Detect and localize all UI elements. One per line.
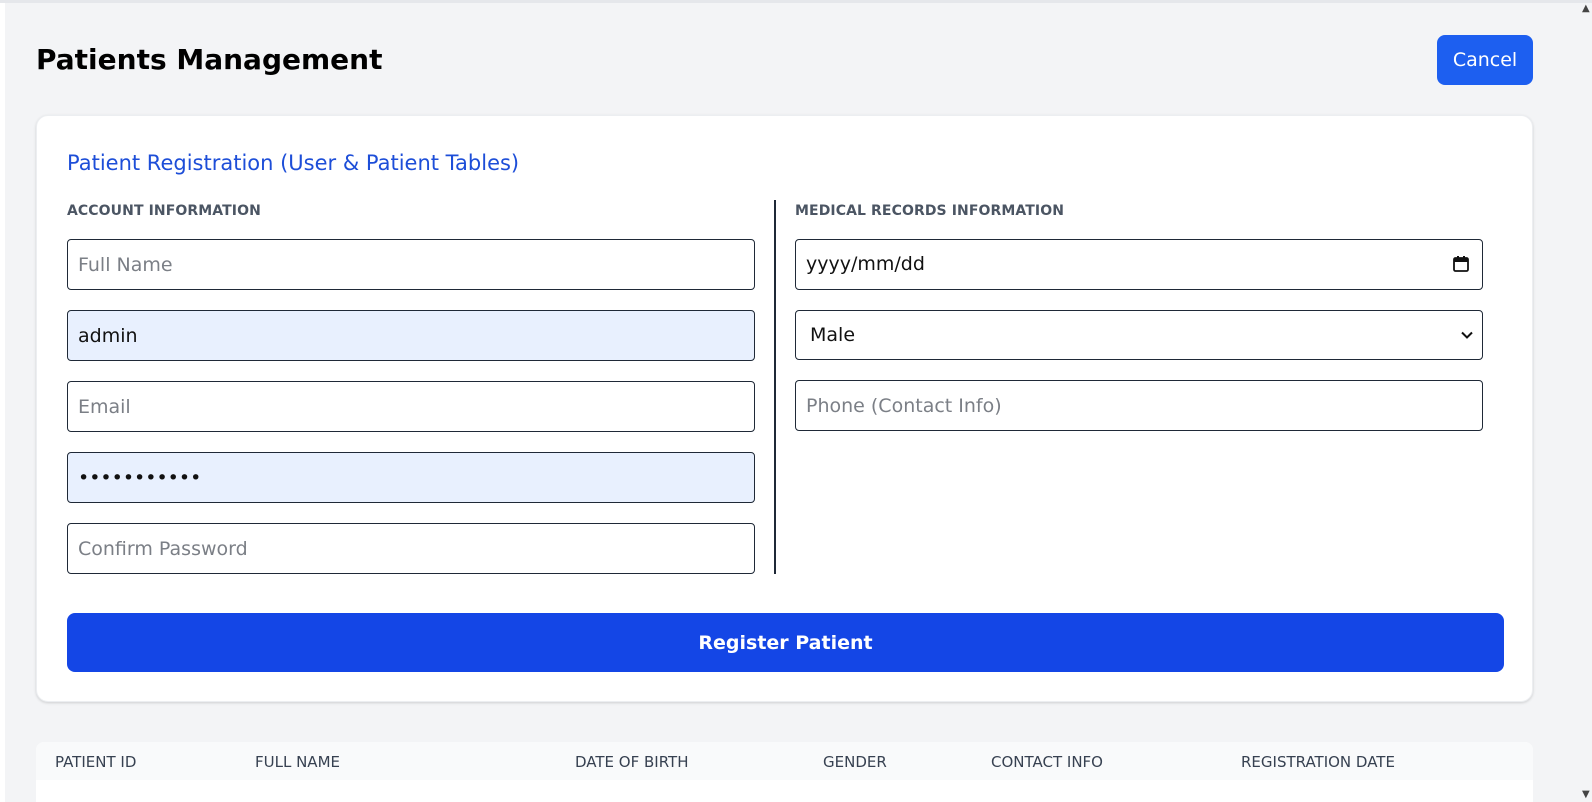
scrollbar-down-arrow-icon[interactable]: ▼: [1582, 789, 1592, 800]
column-divider: [774, 200, 776, 574]
column-header-gender[interactable]: GENDER: [823, 742, 887, 782]
page-title: Patients Management: [36, 43, 383, 76]
medical-section-label: MEDICAL RECORDS INFORMATION: [795, 203, 1065, 219]
date-of-birth-input[interactable]: yyyy/mm/dd: [795, 239, 1483, 290]
full-name-input[interactable]: [67, 239, 755, 290]
cancel-button[interactable]: Cancel: [1437, 35, 1533, 85]
column-header-registration-date[interactable]: REGISTRATION DATE: [1241, 742, 1395, 782]
column-header-contact-info[interactable]: CONTACT INFO: [991, 742, 1103, 782]
page: Patients Management Cancel Patient Regis…: [0, 0, 1592, 802]
date-of-birth-placeholder: yyyy/mm/dd: [806, 253, 925, 275]
phone-input[interactable]: [795, 380, 1483, 431]
password-input[interactable]: [67, 452, 755, 503]
username-input[interactable]: [67, 310, 755, 361]
scrollbar-up-arrow-icon[interactable]: ▲: [1582, 3, 1592, 14]
column-header-date-of-birth[interactable]: DATE OF BIRTH: [575, 742, 688, 782]
account-section-label: ACCOUNT INFORMATION: [67, 203, 261, 219]
chevron-down-icon: [1461, 331, 1473, 339]
register-patient-button[interactable]: Register Patient: [67, 613, 1504, 672]
column-header-full-name[interactable]: FULL NAME: [255, 742, 340, 782]
registration-card: Patient Registration (User & Patient Tab…: [36, 115, 1533, 702]
form-title: Patient Registration (User & Patient Tab…: [67, 151, 520, 175]
gender-selected-value: Male: [810, 324, 856, 346]
table-header: PATIENT ID FULL NAME DATE OF BIRTH GENDE…: [36, 742, 1533, 780]
email-input[interactable]: [67, 381, 755, 432]
confirm-password-input[interactable]: [67, 523, 755, 574]
window-edge: [0, 3, 5, 802]
column-header-patient-id[interactable]: PATIENT ID: [55, 742, 136, 782]
gender-select[interactable]: Male: [795, 310, 1483, 360]
calendar-icon[interactable]: [1452, 255, 1470, 273]
patients-table: PATIENT ID FULL NAME DATE OF BIRTH GENDE…: [36, 742, 1533, 802]
